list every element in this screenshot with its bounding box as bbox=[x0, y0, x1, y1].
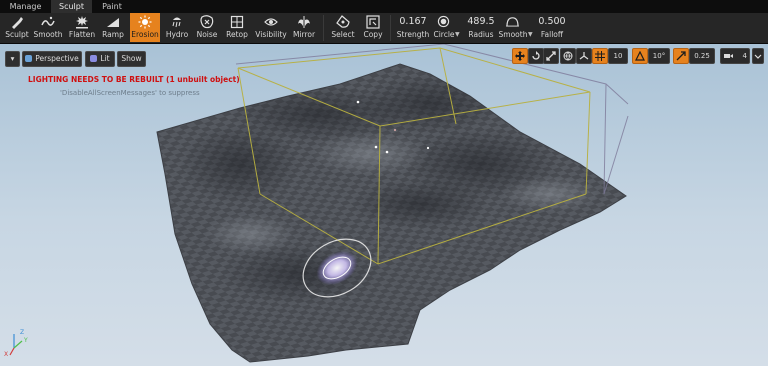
falloff-type-button[interactable]: Smooth ▼ bbox=[498, 13, 534, 42]
retopologize-icon bbox=[230, 15, 244, 29]
tab-paint[interactable]: Paint bbox=[92, 0, 132, 13]
grid-icon bbox=[595, 51, 605, 61]
retop-tool-label: Retop bbox=[226, 30, 248, 39]
angle-icon bbox=[635, 51, 645, 61]
sculpt-toolbar: Sculpt Smooth Flatten Ramp Erosion Hydro… bbox=[0, 13, 768, 44]
chevron-down-icon: ▼ bbox=[455, 31, 460, 38]
sculpt-brush-icon bbox=[12, 17, 23, 29]
surface-snap-button[interactable] bbox=[576, 48, 592, 64]
brush-shape-button[interactable]: Circle ▼ bbox=[433, 13, 465, 42]
visibility-tool-button[interactable]: Visibility bbox=[255, 13, 287, 42]
axis-gizmo bbox=[9, 334, 23, 356]
strength-value[interactable]: 0.167 bbox=[397, 16, 429, 27]
grid-snap-toggle[interactable] bbox=[592, 48, 608, 64]
viewport-menu-button[interactable]: ▾ bbox=[5, 51, 20, 67]
lit-icon bbox=[90, 55, 98, 62]
globe-icon bbox=[563, 51, 573, 61]
falloff-label: Falloff bbox=[540, 30, 564, 39]
axis-x-label: X bbox=[4, 351, 9, 358]
grid-snap-value[interactable]: 10 bbox=[608, 48, 628, 64]
scale-snap-toggle[interactable] bbox=[673, 48, 689, 64]
strength-label: Strength bbox=[396, 30, 430, 39]
move-icon bbox=[515, 51, 525, 61]
select-icon bbox=[336, 15, 350, 28]
level-viewport[interactable]: Z Y X ▾ Perspective Lit Show LIGHTING NE… bbox=[0, 44, 768, 366]
scale-snap-value[interactable]: 0.25 bbox=[689, 48, 715, 64]
smooth-tool-button[interactable]: Smooth bbox=[33, 13, 63, 42]
mirror-icon bbox=[298, 16, 310, 28]
mirror-tool-button[interactable]: Mirror bbox=[289, 13, 319, 42]
smooth-icon bbox=[41, 16, 55, 26]
surface-snap-icon bbox=[579, 52, 589, 60]
transform-move-button[interactable] bbox=[512, 48, 528, 64]
visibility-icon bbox=[264, 18, 278, 26]
rotation-snap-toggle[interactable] bbox=[632, 48, 648, 64]
perspective-button[interactable]: Perspective bbox=[22, 51, 82, 67]
axis-z-label: Z bbox=[20, 329, 25, 336]
falloff-value[interactable]: 0.500 bbox=[537, 16, 567, 27]
camera-speed-value: 4 bbox=[742, 52, 747, 60]
smooth-tool-label: Smooth bbox=[33, 30, 63, 39]
chevron-down-icon bbox=[754, 54, 762, 59]
copy-tool-button[interactable]: Copy bbox=[358, 13, 388, 42]
warning-hint: 'DisableAllScreenMessages' to suppress bbox=[60, 89, 200, 97]
radius-label: Radius bbox=[468, 30, 494, 39]
copy-tool-label: Copy bbox=[363, 30, 383, 39]
chevron-down-icon: ▼ bbox=[528, 31, 533, 38]
circle-brush-icon bbox=[437, 15, 450, 28]
brush-shape-label: Circle bbox=[433, 30, 455, 39]
scale-icon bbox=[546, 51, 556, 61]
flatten-tool-button[interactable]: Flatten bbox=[67, 13, 97, 42]
hydro-icon bbox=[172, 17, 181, 28]
rotation-snap-value[interactable]: 10° bbox=[648, 48, 670, 64]
erosion-tool-button[interactable]: Erosion bbox=[130, 13, 160, 42]
radius-value[interactable]: 489.5 bbox=[464, 16, 498, 27]
landscape-editor: Manage Sculpt Paint Sculpt Smooth Flatte… bbox=[0, 0, 768, 366]
toolbar-separator bbox=[390, 15, 391, 41]
ramp-icon bbox=[107, 18, 119, 27]
smooth-falloff-icon bbox=[506, 17, 519, 27]
perspective-icon bbox=[25, 55, 33, 62]
tab-manage[interactable]: Manage bbox=[0, 0, 51, 13]
falloff-type-label: Smooth bbox=[498, 30, 528, 39]
lit-label: Lit bbox=[100, 54, 110, 63]
retop-tool-button[interactable]: Retop bbox=[222, 13, 252, 42]
rotate-icon bbox=[532, 51, 540, 60]
transform-scale-button[interactable] bbox=[543, 48, 559, 64]
grid-snap-value-text: 10 bbox=[613, 52, 623, 60]
noise-icon bbox=[200, 15, 214, 29]
viewport-layout-button[interactable] bbox=[752, 48, 764, 64]
axis-y-label: Y bbox=[24, 337, 28, 344]
erosion-icon bbox=[138, 15, 152, 29]
lighting-warning: LIGHTING NEEDS TO BE REBUILT (1 unbuilt … bbox=[28, 75, 240, 84]
camera-speed-button[interactable]: 4 bbox=[720, 48, 750, 64]
camera-speed-icon bbox=[724, 54, 733, 58]
show-button[interactable]: Show bbox=[117, 51, 146, 67]
scale-snap-value-text: 0.25 bbox=[694, 52, 710, 60]
mode-tab-bar: Manage Sculpt Paint bbox=[0, 0, 768, 13]
tab-sculpt[interactable]: Sculpt bbox=[51, 0, 92, 13]
ramp-tool-button[interactable]: Ramp bbox=[98, 13, 128, 42]
transform-rotate-button[interactable] bbox=[528, 48, 544, 64]
rotation-snap-value-text: 10° bbox=[652, 52, 666, 60]
world-local-button[interactable] bbox=[560, 48, 576, 64]
copy-icon bbox=[366, 15, 380, 29]
scale-snap-icon bbox=[676, 51, 686, 61]
perspective-label: Perspective bbox=[35, 54, 79, 63]
lit-button[interactable]: Lit bbox=[85, 51, 115, 67]
sculpt-tool-button[interactable]: Sculpt bbox=[2, 13, 32, 42]
mirror-tool-label: Mirror bbox=[292, 30, 316, 39]
flatten-icon bbox=[76, 16, 88, 29]
